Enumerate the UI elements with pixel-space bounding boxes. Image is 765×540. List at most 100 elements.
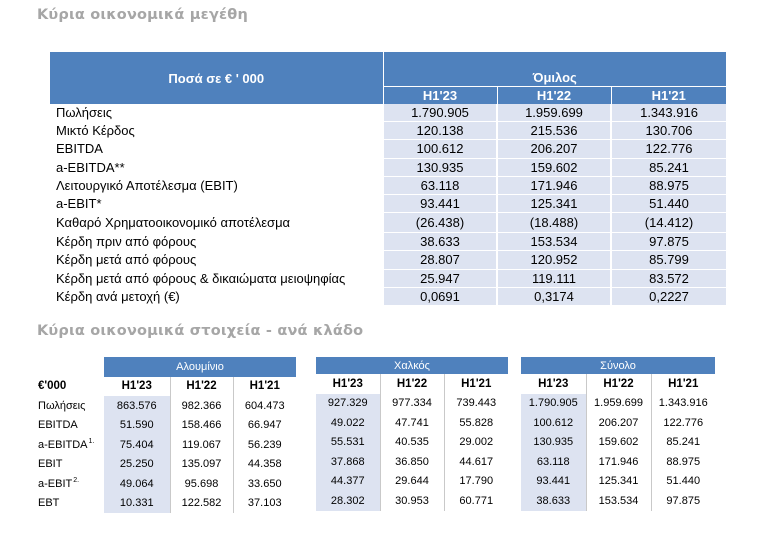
table-row: EBT 10.331 122.582 37.103	[37, 493, 296, 513]
row-label: Λειτουργικό Αποτέλεσμα (EBIT)	[50, 176, 384, 195]
value-cell: 1.790.905	[382, 104, 497, 123]
row-label: EBIT	[37, 455, 104, 475]
value-cell: (26.438)	[382, 212, 497, 234]
table-row: 100.612 206.207 122.776	[521, 413, 715, 433]
value-cell: 44.377	[316, 471, 380, 491]
value-cell: 130.935	[382, 158, 497, 177]
value-cell: 66.947	[232, 415, 296, 435]
value-cell: 49.064	[104, 474, 170, 494]
value-cell: 44.358	[232, 454, 296, 474]
period-header: H1'21	[443, 374, 508, 394]
value-cell: 863.576	[104, 396, 170, 416]
value-cell: 40.535	[379, 432, 444, 452]
value-cell: 63.118	[382, 176, 497, 195]
value-cell: 158.466	[169, 415, 233, 435]
footnote-marker: 2.	[73, 477, 80, 485]
value-cell: 55.828	[443, 413, 508, 433]
value-cell: 38.633	[382, 232, 497, 252]
segment-name: Χαλκός	[316, 357, 508, 374]
value-cell: 153.534	[585, 491, 651, 511]
table-row: a-EBITDA1. 75.404 119.067 56.239	[37, 435, 296, 455]
value-cell: 63.118	[521, 452, 586, 472]
row-label: a-EBITDA**	[50, 158, 384, 177]
value-cell: 0,3174	[496, 287, 611, 306]
value-cell: 33.650	[232, 474, 296, 494]
value-cell: 0,0691	[382, 287, 497, 306]
value-cell: 10.331	[104, 493, 170, 513]
table-row: Κέρδη ανά μετοχή (€) 0,0691 0,3174 0,2227	[50, 287, 727, 306]
value-cell: 25.947	[382, 269, 497, 288]
value-cell: 604.473	[232, 396, 296, 416]
value-cell: 28.807	[382, 250, 497, 270]
table-row: Πωλήσεις 1.790.905 1.959.699 1.343.916	[50, 104, 727, 123]
value-cell: 982.366	[169, 396, 233, 416]
value-cell: 38.633	[521, 491, 586, 511]
value-cell: 122.776	[650, 413, 715, 433]
value-cell: 125.341	[496, 194, 611, 214]
value-cell: (14.412)	[609, 212, 727, 234]
table-row: a-EBIT2. 49.064 95.698 33.650	[37, 474, 296, 494]
table-row: Πωλήσεις 863.576 982.366 604.473	[37, 396, 296, 416]
row-label: EBITDA	[37, 416, 104, 436]
period-header: H1'22	[585, 374, 651, 394]
row-label-text: EBT	[38, 497, 60, 510]
value-cell: 927.329	[316, 393, 380, 413]
value-cell: 1.959.699	[585, 393, 651, 413]
value-cell: 85.241	[650, 432, 715, 452]
key-figures-table: Ποσά σε € ' 000 Όμιλος H1'23 H1'22 H1'21…	[50, 52, 727, 306]
value-cell: 95.698	[169, 474, 233, 494]
table-row: Λειτουργικό Αποτέλεσμα (EBIT) 63.118 171.9…	[50, 176, 727, 195]
row-label: a-EBIT2.	[37, 474, 104, 494]
table-row: 130.935 159.602 85.241	[521, 432, 715, 452]
value-cell: 159.602	[585, 432, 651, 452]
period-header: H1'23	[332, 377, 363, 390]
row-label: Καθαρό Χρηματοοικονομικό αποτέλεσμα	[50, 212, 384, 233]
value-cell: 206.207	[496, 139, 611, 159]
value-cell: 206.207	[585, 413, 651, 433]
row-label: Πωλήσεις	[37, 396, 104, 416]
period-header: H1'21	[650, 374, 715, 394]
value-cell: 119.067	[169, 435, 233, 455]
value-cell: 88.975	[650, 452, 715, 472]
value-cell: 1.343.916	[609, 104, 727, 123]
value-cell: 122.582	[169, 493, 233, 513]
value-cell: 56.239	[232, 435, 296, 455]
value-cell: 1.959.699	[496, 104, 611, 123]
value-cell: 153.534	[496, 232, 611, 252]
value-cell: 100.612	[382, 139, 497, 159]
value-cell: 30.953	[379, 491, 444, 511]
value-cell: 1.343.916	[650, 393, 715, 413]
value-cell: 159.602	[496, 158, 611, 177]
value-cell: 29.002	[443, 432, 508, 452]
table-row: 927.329 977.334 739.443	[316, 393, 508, 413]
table-row: 38.633 153.534 97.875	[521, 491, 715, 511]
value-cell: 37.868	[316, 452, 380, 472]
row-label: Κέρδη μετά από φόρους & δικαιώματα μειοψ…	[50, 269, 384, 288]
section-title-by-segment: Κύρια οικονομικά στοιχεία - ανά κλάδο	[37, 323, 364, 339]
table-row: Κέρδη πριν από φόρους 38.633 153.534 97.875	[50, 232, 727, 252]
value-cell: 51.440	[609, 194, 727, 214]
value-cell: 60.771	[443, 491, 508, 511]
segment-table-copper: Χαλκός H1'23 H1'22 H1'21 927.329 977.334 739.4…	[316, 357, 508, 511]
segment-name: Αλουμίνιο	[104, 357, 296, 377]
table-row: EBITDA 100.612 206.207 122.776	[50, 139, 727, 159]
row-label-text: a-EBITDA	[38, 439, 88, 452]
value-cell: 85.241	[609, 158, 727, 177]
value-cell: 215.536	[496, 121, 611, 141]
value-cell: 83.572	[609, 269, 727, 288]
value-cell: 171.946	[585, 452, 651, 472]
period-header: H1'23	[538, 377, 569, 390]
table-row: Κέρδη μετά από φόρους & δικαιώματα μειοψ…	[50, 269, 727, 288]
value-cell: 25.250	[104, 454, 170, 474]
row-label: Μικτό Κέρδος	[50, 121, 384, 140]
row-label: a-EBIT*	[50, 194, 384, 213]
value-cell: 130.706	[609, 121, 727, 141]
table-row: 37.868 36.850 44.617	[316, 452, 508, 472]
table-row: 93.441 125.341 51.440	[521, 471, 715, 491]
table-row: 63.118 171.946 88.975	[521, 452, 715, 472]
row-label: Πωλήσεις	[50, 104, 384, 122]
period-header: H1'22	[496, 86, 611, 104]
row-label: a-EBITDA1.	[37, 435, 104, 455]
table-row: Μικτό Κέρδος 120.138 215.536 130.706	[50, 121, 727, 141]
value-cell: 51.440	[650, 471, 715, 491]
